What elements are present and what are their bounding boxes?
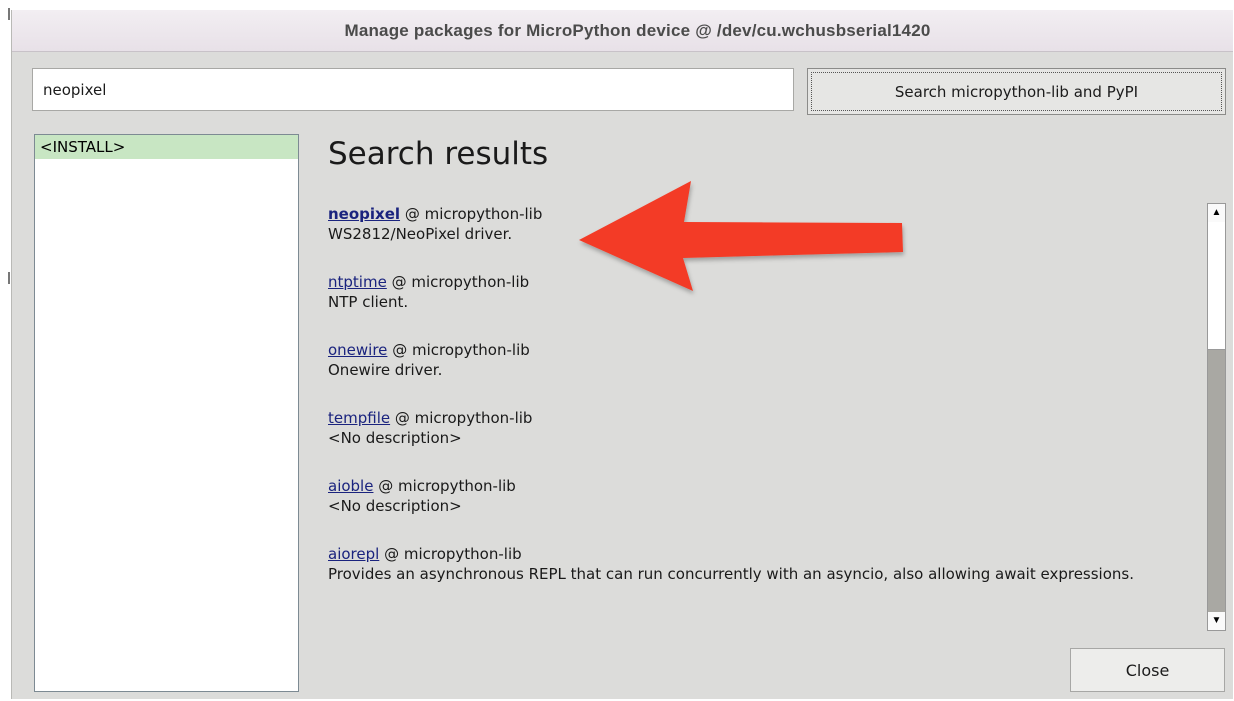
window-title: Manage packages for MicroPython device @… [344,20,931,40]
package-link[interactable]: neopixel [328,205,400,223]
package-link[interactable]: aiorepl [328,545,379,563]
scroll-track[interactable] [1208,222,1225,612]
scroll-down-icon[interactable]: ▼ [1208,612,1225,630]
package-source: @ micropython-lib [391,273,530,291]
package-source: @ micropython-lib [404,205,543,223]
desktop-background [0,0,11,701]
red-left-arrow-icon [579,181,903,291]
package-source: @ micropython-lib [392,341,530,359]
background-edge-mark [8,8,10,20]
background-edge-mark [8,272,10,284]
scroll-thumb[interactable] [1208,222,1225,350]
annotation-arrow-shape [579,181,903,291]
package-search-input[interactable] [32,68,794,111]
package-source: @ micropython-lib [378,477,516,495]
search-result-tempfile: tempfile @ micropython-lib <No descripti… [328,408,1188,448]
search-result-aiorepl: aiorepl @ micropython-lib Provides an as… [328,544,1188,584]
install-list-item[interactable]: <INSTALL> [35,135,298,159]
package-link[interactable]: tempfile [328,409,390,427]
package-source: @ micropython-lib [384,545,522,563]
package-link[interactable]: aioble [328,477,373,495]
title-bar: Manage packages for MicroPython device @… [12,10,1233,52]
search-micropython-lib-and-pypi-button[interactable]: Search micropython-lib and PyPI [807,68,1226,115]
search-result-onewire: onewire @ micropython-lib Onewire driver… [328,340,1188,380]
search-results-heading: Search results [328,136,549,172]
package-description: Provides an asynchronous REPL that can r… [328,565,1134,583]
close-button[interactable]: Close [1070,648,1225,692]
package-source: @ micropython-lib [394,409,533,427]
package-description: <No description> [328,497,462,515]
manage-packages-dialog: Manage packages for MicroPython device @… [11,10,1233,699]
package-link[interactable]: onewire [328,341,387,359]
package-link[interactable]: ntptime [328,273,387,291]
search-result-aioble: aioble @ micropython-lib <No description… [328,476,1188,516]
package-list[interactable]: <INSTALL> [34,134,299,692]
scroll-up-icon[interactable]: ▲ [1208,204,1225,222]
package-description: Onewire driver. [328,361,443,379]
results-scrollbar[interactable]: ▲ ▼ [1207,203,1226,631]
package-description: <No description> [328,429,462,447]
